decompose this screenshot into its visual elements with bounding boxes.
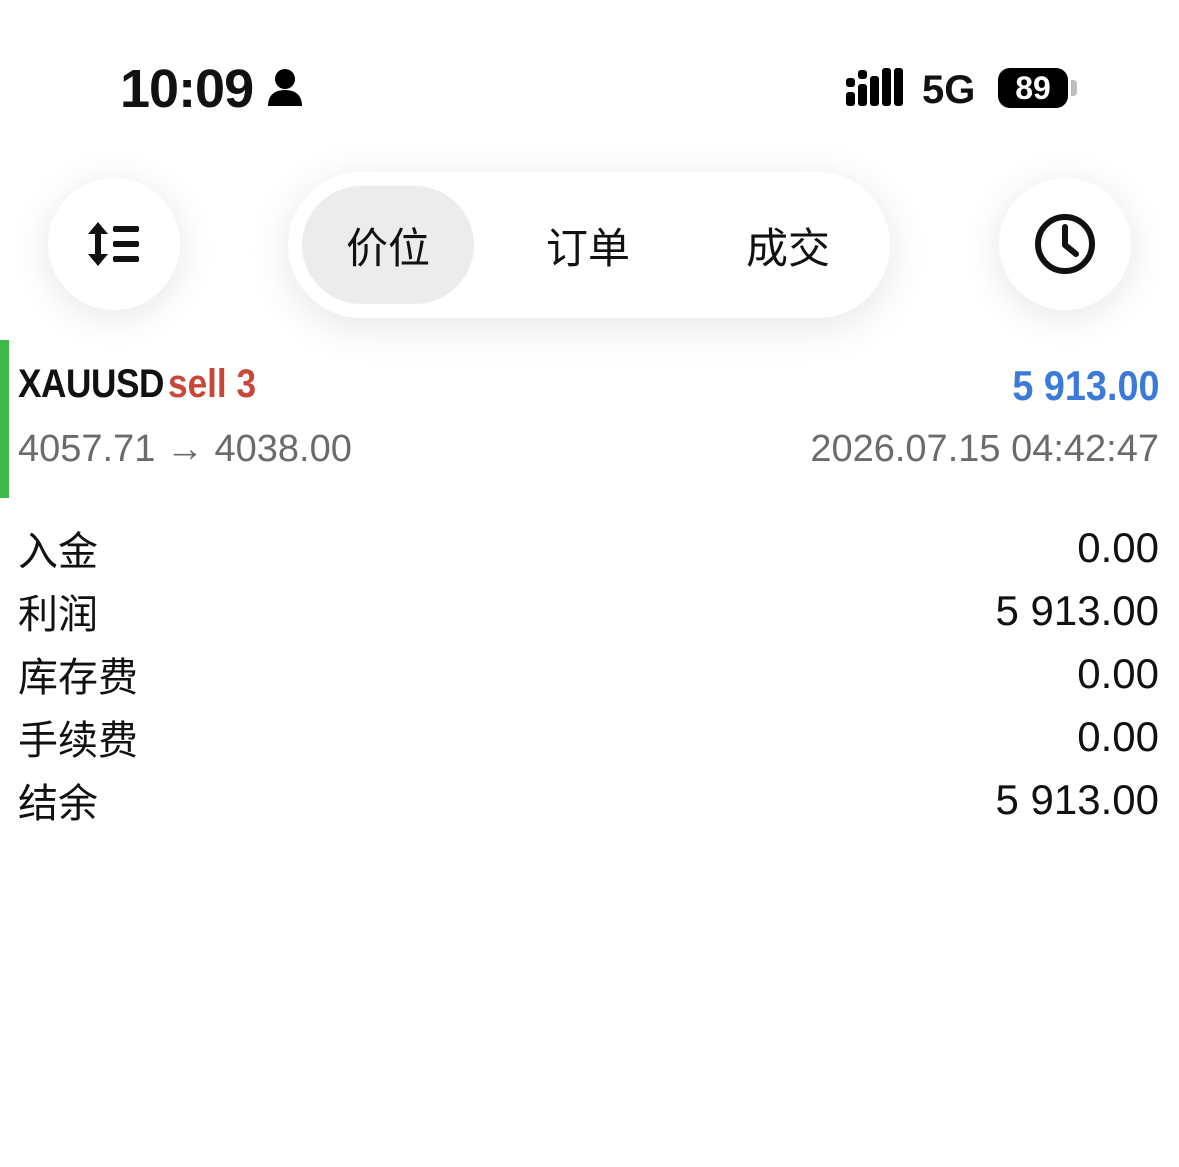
- trade-symbol: XAUUSD: [18, 362, 164, 406]
- network-label: 5G: [922, 68, 976, 112]
- trade-status-marker: [0, 340, 9, 498]
- view-segmented-control: 价位 订单 成交: [288, 172, 890, 318]
- trade-datetime: 2026.07.15 04:42:47: [810, 428, 1159, 470]
- summary-label: 手续费: [18, 717, 138, 764]
- battery-level: 89: [1015, 69, 1051, 106]
- summary-row-balance: 结余 5 913.00: [18, 768, 1159, 831]
- summary-value: 0.00: [1077, 523, 1159, 571]
- tab-deals[interactable]: 成交: [702, 186, 874, 304]
- trade-side: sell 3: [168, 362, 257, 406]
- history-button[interactable]: [999, 178, 1131, 310]
- summary-row-deposit: 入金 0.00: [18, 516, 1159, 579]
- sort-list-icon: [88, 222, 139, 266]
- summary-value: 0.00: [1077, 712, 1159, 760]
- summary-label: 结余: [18, 780, 98, 827]
- trade-history-screen: 10:09 5G 89 价位 订单 成交 XAUUSD sell 3 5 913…: [0, 0, 1179, 1167]
- battery-icon: 89: [998, 68, 1068, 108]
- clock-icon: [1035, 214, 1095, 274]
- account-summary: 入金 0.00 利润 5 913.00 库存费 0.00 手续费 0.00 结余…: [18, 516, 1159, 831]
- status-time: 10:09: [120, 59, 254, 119]
- summary-row-swap: 库存费 0.00: [18, 642, 1159, 705]
- tab-orders[interactable]: 订单: [502, 186, 674, 304]
- summary-value: 0.00: [1077, 649, 1159, 697]
- tab-positions[interactable]: 价位: [302, 186, 474, 304]
- summary-label: 库存费: [18, 654, 138, 701]
- sort-button[interactable]: [48, 178, 180, 310]
- summary-value: 5 913.00: [995, 775, 1160, 823]
- summary-label: 利润: [18, 591, 98, 638]
- summary-row-commission: 手续费 0.00: [18, 705, 1159, 768]
- person-icon: [268, 69, 302, 106]
- summary-label: 入金: [18, 528, 98, 575]
- summary-row-profit: 利润 5 913.00: [18, 579, 1159, 642]
- summary-value: 5 913.00: [995, 586, 1160, 634]
- trade-price-route: 4057.71 → 4038.00: [18, 428, 352, 470]
- battery-tip: [1071, 80, 1077, 96]
- trade-profit: 5 913.00: [1011, 362, 1159, 409]
- signal-icon: [846, 68, 903, 106]
